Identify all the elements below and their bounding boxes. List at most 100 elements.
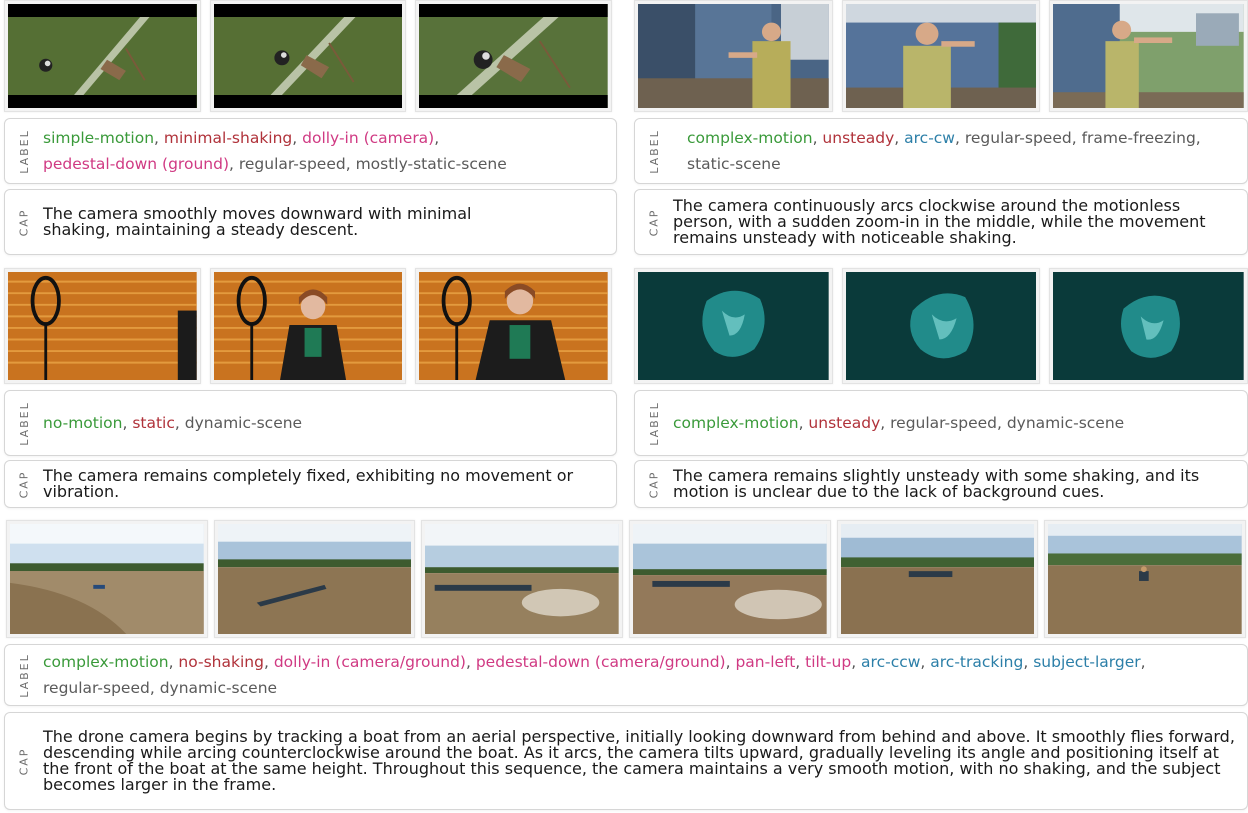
caption-text: The camera remains slightly unsteady wit… — [673, 466, 1200, 501]
motion-tag: minimal-shaking, — [163, 129, 303, 147]
motion-tag: regular-speed, — [964, 129, 1082, 147]
motion-tag-text: no-motion — [43, 414, 123, 432]
motion-tag: unsteady, — [808, 414, 891, 432]
video-frame — [415, 0, 613, 112]
motion-tag-text: regular-speed — [43, 679, 150, 697]
jellyfish-frame-icon — [638, 272, 829, 380]
motion-tag: dynamic-scene — [1007, 414, 1124, 432]
motion-tag-text: dolly-in (camera/ground) — [273, 653, 466, 671]
motion-tag-text: subject-larger — [1033, 653, 1141, 671]
house-frame-icon — [638, 4, 829, 108]
video-frame — [841, 268, 1041, 384]
caption-text: The drone camera begins by tracking a bo… — [43, 727, 1235, 794]
frame-strip — [4, 0, 613, 112]
label-row: LABEL complex-motion, no-shaking, dolly-… — [4, 644, 1248, 706]
video-frame — [209, 268, 407, 384]
studio-frame-icon — [419, 272, 609, 380]
motion-tag: regular-speed, — [890, 414, 1007, 432]
motion-tag: dynamic-scene — [160, 679, 277, 697]
video-frame — [836, 520, 1039, 638]
label-row: LABEL complex-motion, unsteady, arc-cw, … — [634, 118, 1248, 184]
motion-tag-text: dynamic-scene — [1006, 414, 1125, 432]
river-frame-icon — [1048, 524, 1243, 634]
motion-tag-text: pan-left — [735, 653, 796, 671]
field-frame-icon — [8, 4, 197, 108]
motion-tag-text: pedestal-down (camera/ground) — [475, 653, 726, 671]
caption-tag: CAP — [647, 470, 661, 498]
motion-tag-text: regular-speed — [964, 129, 1072, 147]
motion-tag: pan-left, — [735, 653, 806, 671]
tag-list: complex-motion, unsteady, regular-speed,… — [673, 410, 1138, 436]
motion-tag: regular-speed, — [238, 155, 356, 173]
motion-tag-text: unsteady — [822, 129, 895, 147]
frame-strip — [6, 520, 1247, 638]
caption-tag: CAP — [647, 208, 661, 236]
frame-strip — [634, 268, 1248, 384]
label-row: LABEL no-motion, static, dynamic-scene — [4, 390, 617, 456]
river-frame-icon — [10, 524, 204, 634]
label-tag: LABEL — [647, 400, 661, 446]
motion-tag: subject-larger, — [1033, 653, 1146, 671]
caption-text: The camera continuously arcs clockwise a… — [673, 196, 1206, 247]
video-frame — [421, 520, 624, 638]
motion-tag: regular-speed, — [43, 679, 160, 697]
motion-tag: unsteady, — [822, 129, 905, 147]
caption-row: CAP The drone camera begins by tracking … — [4, 712, 1248, 810]
label-tag: LABEL — [647, 128, 661, 174]
video-frame — [629, 520, 831, 638]
field-frame-icon — [213, 4, 403, 108]
motion-tag: complex-motion, — [687, 129, 823, 147]
video-frame — [213, 520, 416, 638]
jellyfish-frame-icon — [1053, 272, 1245, 380]
motion-tag-text: complex-motion — [43, 653, 169, 671]
motion-tag-text: pedestal-down (ground) — [43, 155, 229, 173]
motion-tag-text: simple-motion — [43, 129, 155, 147]
motion-tag: dolly-in (camera/ground), — [273, 653, 476, 671]
video-frame — [209, 0, 407, 112]
motion-tag-text: dolly-in (camera) — [302, 129, 435, 147]
caption-tag: CAP — [17, 208, 31, 236]
video-frame — [1049, 268, 1248, 384]
tag-list: simple-motion, minimal-shaking, dolly-in… — [43, 125, 616, 177]
field-frame-icon — [419, 4, 609, 108]
motion-tag: complex-motion, — [673, 414, 809, 432]
caption-row: CAP The camera smoothly moves downward w… — [4, 189, 617, 255]
caption-row: CAP The camera continuously arcs clockwi… — [634, 189, 1248, 255]
motion-tag: mostly-static-scene — [356, 155, 507, 173]
label-tag: LABEL — [17, 128, 31, 174]
motion-tag-text: complex-motion — [687, 129, 813, 147]
motion-tag-text: dynamic-scene — [184, 414, 303, 432]
jellyfish-frame-icon — [845, 272, 1037, 380]
motion-tag: pedestal-down (ground), — [43, 155, 239, 173]
caption-text: The camera smoothly moves downward with … — [43, 204, 472, 239]
motion-tag: frame-freezing, — [1081, 129, 1201, 147]
tag-list: complex-motion, unsteady, arc-cw, regula… — [673, 125, 1247, 177]
motion-tag: simple-motion, — [43, 129, 164, 147]
motion-tag-text: unsteady — [808, 414, 881, 432]
video-frame — [841, 0, 1041, 112]
motion-tag: static, — [132, 414, 185, 432]
motion-tag-text: tilt-up — [805, 653, 852, 671]
house-frame-icon — [845, 4, 1037, 108]
motion-tag: dynamic-scene — [185, 414, 302, 432]
motion-tag-text: arc-tracking — [930, 653, 1024, 671]
frame-strip — [4, 268, 613, 384]
motion-tag: arc-tracking, — [930, 653, 1034, 671]
video-frame — [1049, 0, 1248, 112]
motion-tag-text: static — [132, 414, 175, 432]
motion-tag-text: arc-cw — [904, 129, 955, 147]
caption-tag: CAP — [17, 747, 31, 775]
motion-tag: no-motion, — [43, 414, 133, 432]
motion-tag-text: mostly-static-scene — [355, 155, 507, 173]
motion-tag-text: minimal-shaking — [163, 129, 293, 147]
caption-text: The camera remains completely fixed, exh… — [43, 466, 574, 501]
motion-tag-text: regular-speed — [890, 414, 997, 432]
motion-tag: static-scene — [687, 155, 781, 173]
studio-frame-icon — [213, 272, 403, 380]
video-frame — [4, 268, 201, 384]
motion-tag-text: dynamic-scene — [159, 679, 278, 697]
tag-list: no-motion, static, dynamic-scene — [43, 410, 316, 436]
river-frame-icon — [425, 524, 620, 634]
motion-tag-text: complex-motion — [673, 414, 799, 432]
studio-frame-icon — [8, 272, 197, 380]
